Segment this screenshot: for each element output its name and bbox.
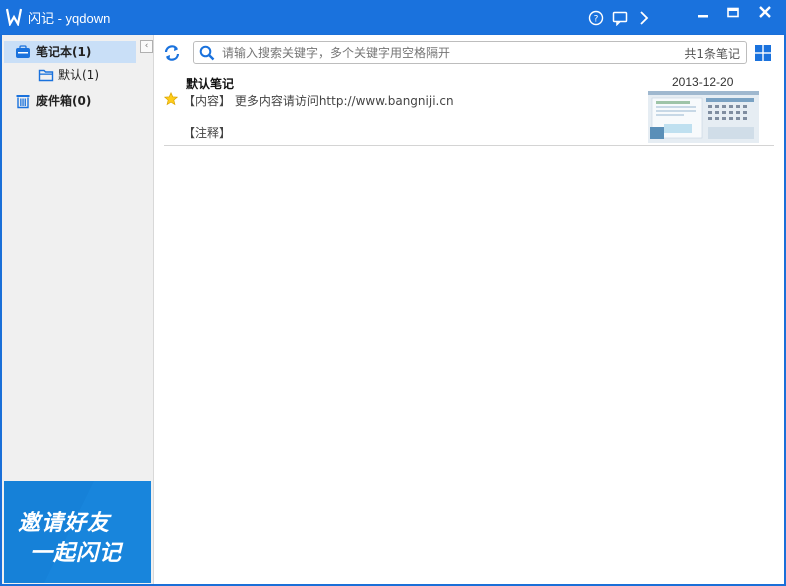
star-icon[interactable] [164, 92, 178, 106]
minimize-button[interactable] [689, 4, 717, 22]
note-count: 共1条笔记 [684, 47, 740, 61]
message-icon[interactable] [612, 10, 628, 26]
notebook-icon [16, 45, 30, 58]
sidebar-item-default[interactable]: 默认(1) [4, 64, 136, 86]
collapse-sidebar-button[interactable]: ‹ [140, 40, 153, 53]
main-panel: 共1条笔记 默认笔记 2013-12-20 【内容】 更多内容请访问http:/… [154, 35, 784, 584]
search-input[interactable] [222, 44, 652, 61]
note-list-item[interactable]: 默认笔记 2013-12-20 【内容】 更多内容请访问http://www.b… [164, 73, 774, 146]
app-window: 闪记 - yqdown ? ‹ 笔记本(1) 默认(1) 废件箱(0) 邀请好友… [0, 0, 786, 586]
note-title: 默认笔记 [186, 77, 235, 91]
refresh-icon[interactable] [163, 44, 181, 62]
close-button[interactable] [751, 4, 779, 22]
title-bar[interactable]: 闪记 - yqdown ? [0, 0, 786, 34]
search-box: 共1条笔记 [193, 41, 747, 64]
window-title: 闪记 - yqdown [28, 11, 111, 26]
sidebar-item-label: 默认(1) [58, 68, 99, 82]
search-icon[interactable] [199, 45, 215, 61]
chevron-right-icon[interactable] [636, 10, 652, 26]
note-content: 【内容】 更多内容请访问http://www.bangniji.cn [183, 94, 454, 108]
invite-friends-banner[interactable]: 邀请好友 一起闪记 [4, 481, 151, 583]
sidebar-item-label: 废件箱(0) [36, 94, 92, 108]
banner-line-2: 一起闪记 [30, 541, 123, 566]
trash-icon [16, 95, 30, 109]
svg-text:?: ? [594, 15, 599, 25]
maximize-button[interactable] [719, 4, 747, 22]
sidebar-item-notebook[interactable]: 笔记本(1) [4, 41, 136, 63]
sidebar: ‹ 笔记本(1) 默认(1) 废件箱(0) 邀请好友 一起闪记 [2, 35, 154, 584]
grid-view-icon[interactable] [754, 44, 772, 62]
help-icon[interactable]: ? [588, 10, 604, 26]
folder-icon [38, 69, 54, 82]
note-date: 2013-12-20 [672, 75, 734, 89]
app-logo-icon [6, 8, 22, 26]
note-thumbnail [648, 91, 759, 143]
toolbar: 共1条笔记 [154, 35, 784, 69]
thumbnail-image [648, 91, 759, 143]
sidebar-item-label: 笔记本(1) [36, 45, 92, 59]
note-remark: 【注释】 [183, 126, 232, 140]
banner-line-1: 邀请好友 [18, 511, 111, 536]
sidebar-item-trash[interactable]: 废件箱(0) [4, 90, 136, 112]
